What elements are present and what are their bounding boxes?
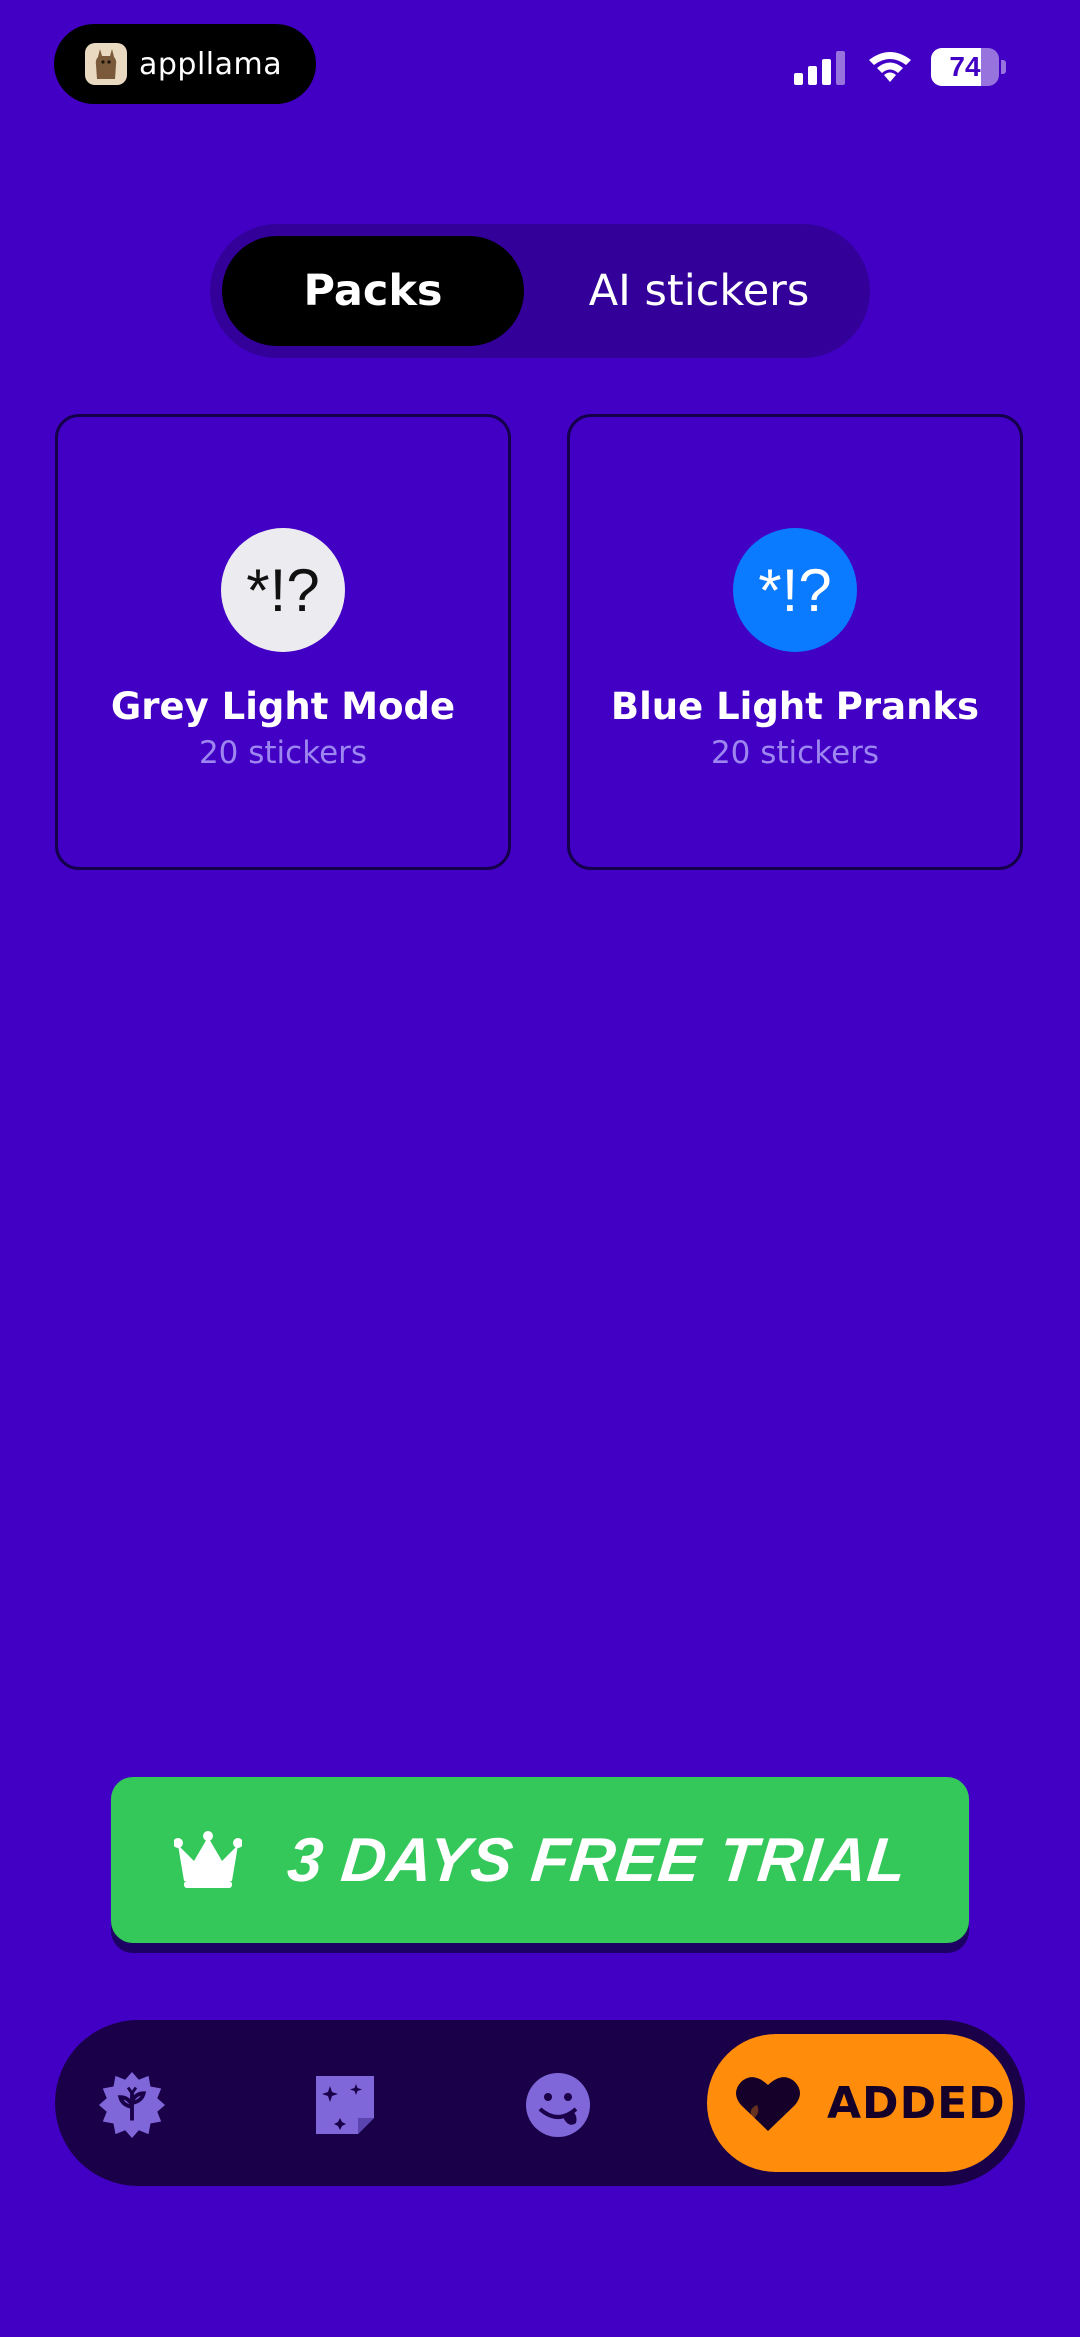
status-indicators: 74: [794, 48, 1006, 86]
badge-plant-icon[interactable]: [97, 2070, 167, 2140]
pack-title: Grey Light Mode: [110, 685, 456, 728]
free-trial-button[interactable]: 3 DAYS FREE TRIAL: [111, 1777, 969, 1943]
wifi-icon: [869, 52, 911, 82]
signal-icon: [794, 49, 845, 85]
tab-packs[interactable]: Packs: [222, 236, 524, 346]
battery-tip: [1001, 60, 1006, 74]
app-indicator-pill[interactable]: appllama: [54, 24, 316, 104]
pack-sticker-count: 20 stickers: [710, 735, 880, 771]
pack-card-grey-light-mode[interactable]: *!? Grey Light Mode 20 stickers: [55, 414, 511, 870]
pack-card-blue-light-pranks[interactable]: *!? Blue Light Pranks 20 stickers: [567, 414, 1023, 870]
tab-ai-stickers[interactable]: AI stickers: [546, 236, 852, 346]
app-name: appllama: [139, 46, 283, 82]
pack-icon: *!?: [221, 528, 345, 652]
free-trial-label: 3 DAYS FREE TRIAL: [284, 1825, 910, 1895]
pack-title: Blue Light Pranks: [610, 685, 980, 728]
sparkle-sticker-icon[interactable]: [310, 2070, 380, 2140]
battery-percentage: 74: [949, 51, 981, 82]
crown-icon: [173, 1831, 242, 1888]
battery-icon: 74: [931, 48, 999, 86]
bottom-nav: ADDED: [55, 2020, 1025, 2186]
screen: appllama 74 Packs AI stickers *!? Grey L…: [0, 0, 1080, 2337]
added-label: ADDED: [827, 2077, 1006, 2129]
pack-sticker-count: 20 stickers: [198, 735, 368, 771]
llama-logo-icon: [85, 43, 127, 85]
heart-icon: [736, 2077, 800, 2131]
smiley-tongue-icon[interactable]: [523, 2070, 593, 2140]
tab-switcher: Packs AI stickers: [210, 224, 870, 358]
pack-icon: *!?: [733, 528, 857, 652]
added-button[interactable]: ADDED: [707, 2034, 1013, 2172]
